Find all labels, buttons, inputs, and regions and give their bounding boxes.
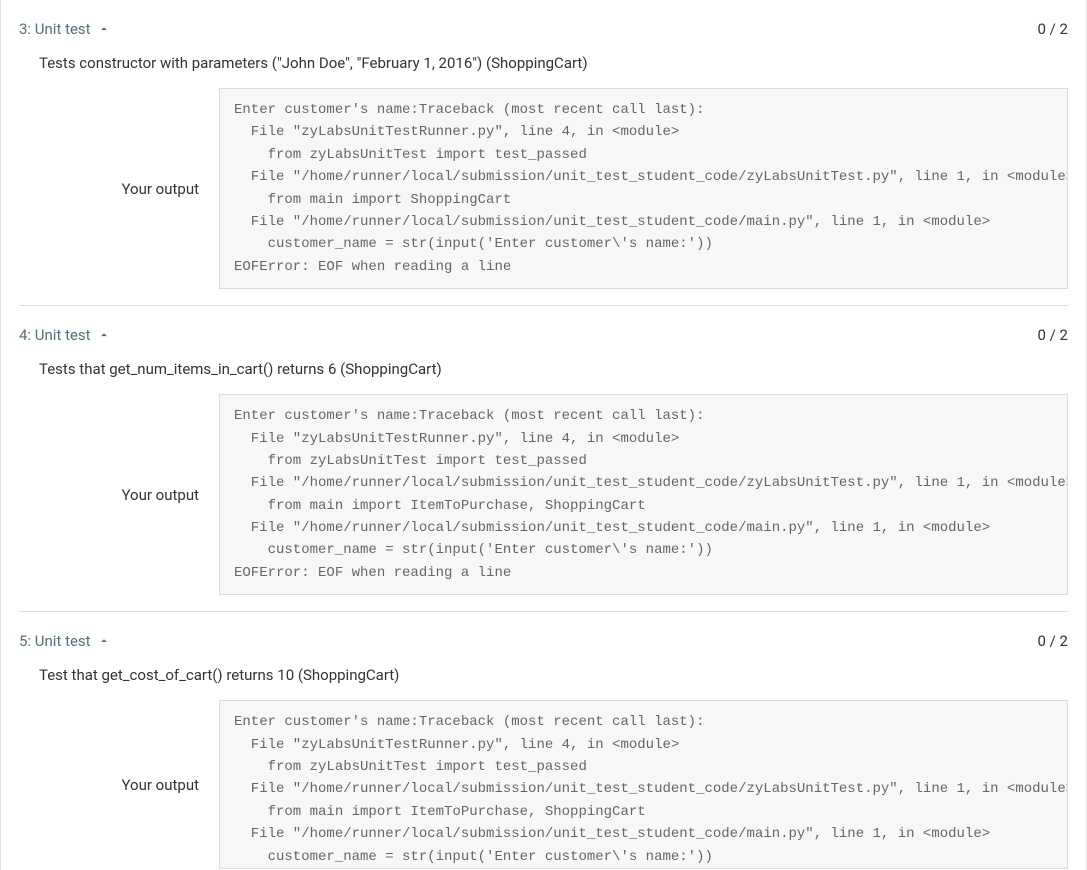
test-block-5: 5: Unit test 0 / 2 Test that get_cost_of…	[19, 611, 1068, 870]
output-label: Your output	[99, 776, 199, 794]
test-results-container: 3: Unit test 0 / 2 Tests constructor wit…	[0, 0, 1087, 870]
code-output[interactable]: Enter customer's name:Traceback (most re…	[219, 88, 1068, 289]
output-label: Your output	[99, 486, 199, 504]
test-header: 3: Unit test 0 / 2	[19, 20, 1068, 54]
code-text: Enter customer's name:Traceback (most re…	[234, 99, 1053, 288]
test-toggle[interactable]: 5: Unit test	[19, 632, 111, 650]
test-toggle[interactable]: 3: Unit test	[19, 20, 111, 38]
output-row: Your output Enter customer's name:Traceb…	[19, 88, 1068, 289]
code-text: Enter customer's name:Traceback (most re…	[234, 711, 1053, 868]
chevron-up-icon	[97, 634, 111, 648]
test-header: 5: Unit test 0 / 2	[19, 632, 1068, 666]
code-output[interactable]: Enter customer's name:Traceback (most re…	[219, 394, 1068, 595]
test-block-4: 4: Unit test 0 / 2 Tests that get_num_it…	[19, 305, 1068, 611]
test-title: 3: Unit test	[19, 20, 91, 38]
test-description: Tests constructor with parameters ("John…	[19, 54, 1068, 88]
test-score: 0 / 2	[1038, 20, 1069, 38]
test-description: Tests that get_num_items_in_cart() retur…	[19, 360, 1068, 394]
output-label: Your output	[99, 180, 199, 198]
test-score: 0 / 2	[1038, 326, 1069, 344]
output-row: Your output Enter customer's name:Traceb…	[19, 394, 1068, 595]
test-toggle[interactable]: 4: Unit test	[19, 326, 111, 344]
test-title: 5: Unit test	[19, 632, 91, 650]
test-block-3: 3: Unit test 0 / 2 Tests constructor wit…	[19, 0, 1068, 305]
test-title: 4: Unit test	[19, 326, 91, 344]
test-description: Test that get_cost_of_cart() returns 10 …	[19, 666, 1068, 700]
chevron-up-icon	[97, 22, 111, 36]
code-output[interactable]: Enter customer's name:Traceback (most re…	[219, 700, 1068, 869]
chevron-up-icon	[97, 328, 111, 342]
test-header: 4: Unit test 0 / 2	[19, 326, 1068, 360]
code-text: Enter customer's name:Traceback (most re…	[234, 405, 1053, 594]
test-score: 0 / 2	[1038, 632, 1069, 650]
output-row: Your output Enter customer's name:Traceb…	[19, 700, 1068, 869]
content-area: 3: Unit test 0 / 2 Tests constructor wit…	[1, 0, 1086, 870]
